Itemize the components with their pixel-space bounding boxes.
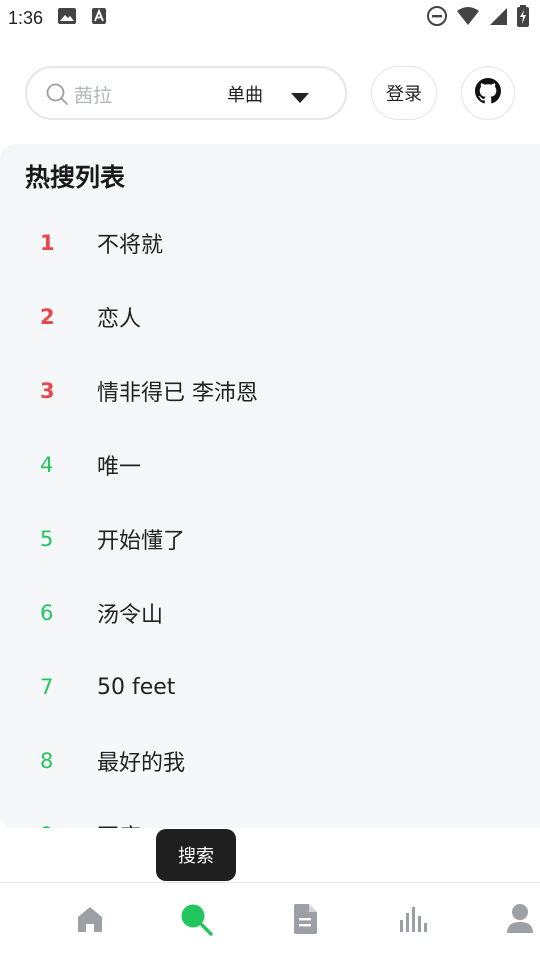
hot-name: 再度 [97, 819, 141, 828]
hot-rank: 2 [40, 305, 55, 329]
hot-search-panel: 热搜列表 1 不将就 2 恋人 3 情非得已 李沛恩 4 唯一 5 开始懂了 6… [0, 144, 540, 828]
hot-search-item[interactable]: 6 汤令山 [0, 576, 540, 650]
cellular-signal-icon [488, 6, 508, 30]
hot-rank: 5 [40, 527, 54, 551]
github-icon [475, 78, 501, 108]
hot-name: 恋人 [97, 307, 142, 332]
hot-search-list: 1 不将就 2 恋人 3 情非得已 李沛恩 4 唯一 5 开始懂了 6 汤令山 … [0, 206, 540, 828]
login-button[interactable]: 登录 [371, 66, 437, 120]
hot-name: 唯一 [97, 455, 142, 480]
hot-rank: 8 [40, 749, 54, 773]
hot-rank: 7 [40, 675, 54, 699]
search-icon [178, 901, 214, 941]
toast-message: 搜索 [156, 829, 236, 881]
hot-search-item[interactable]: 9 再度 [0, 798, 540, 828]
nav-home[interactable] [70, 901, 110, 941]
status-time: 1:36 [8, 7, 44, 28]
chart-bars-icon [398, 904, 428, 938]
nav-documents[interactable] [285, 901, 325, 941]
user-icon [505, 903, 535, 939]
status-bar: 1:36 [0, 0, 540, 36]
hot-search-item[interactable]: 3 情非得已 李沛恩 [0, 354, 540, 428]
search-icon [45, 82, 69, 106]
hot-search-item[interactable]: 8 最好的我 [0, 724, 540, 798]
hot-rank: 4 [40, 453, 54, 477]
hot-name: 50 feet [97, 674, 176, 700]
hot-name: 情非得已 李沛恩 [97, 381, 258, 406]
hot-rank: 3 [40, 379, 55, 403]
wifi-icon [456, 6, 480, 30]
battery-icon [516, 5, 530, 31]
hot-rank: 6 [40, 601, 54, 625]
hot-search-item[interactable]: 7 50 feet [0, 650, 540, 724]
hot-search-title: 热搜列表 [25, 163, 126, 192]
hot-name: 汤令山 [97, 603, 164, 628]
hot-name: 开始懂了 [97, 529, 186, 554]
do-not-disturb-icon [426, 5, 448, 31]
hot-rank: 9 [40, 823, 60, 828]
hot-search-item[interactable]: 1 不将就 [0, 206, 540, 280]
image-notification-icon [57, 7, 77, 29]
bottom-nav [0, 882, 540, 960]
nav-profile[interactable] [500, 901, 540, 941]
font-notification-icon [91, 7, 107, 29]
hot-rank: 1 [40, 231, 55, 255]
search-box[interactable]: 茜拉 单曲 [25, 66, 347, 120]
home-icon [75, 904, 105, 938]
nav-search[interactable] [176, 901, 216, 941]
top-bar: 茜拉 单曲 登录 [0, 66, 540, 120]
document-icon [291, 903, 319, 939]
search-type-select[interactable]: 单曲 [227, 81, 263, 107]
caret-down-icon[interactable] [290, 89, 310, 103]
github-button[interactable] [461, 66, 515, 120]
hot-name: 不将就 [97, 233, 164, 258]
hot-name: 最好的我 [97, 751, 186, 776]
search-input[interactable]: 茜拉 [74, 81, 112, 108]
hot-search-item[interactable]: 4 唯一 [0, 428, 540, 502]
hot-search-item[interactable]: 5 开始懂了 [0, 502, 540, 576]
hot-search-item[interactable]: 2 恋人 [0, 280, 540, 354]
nav-charts[interactable] [393, 901, 433, 941]
